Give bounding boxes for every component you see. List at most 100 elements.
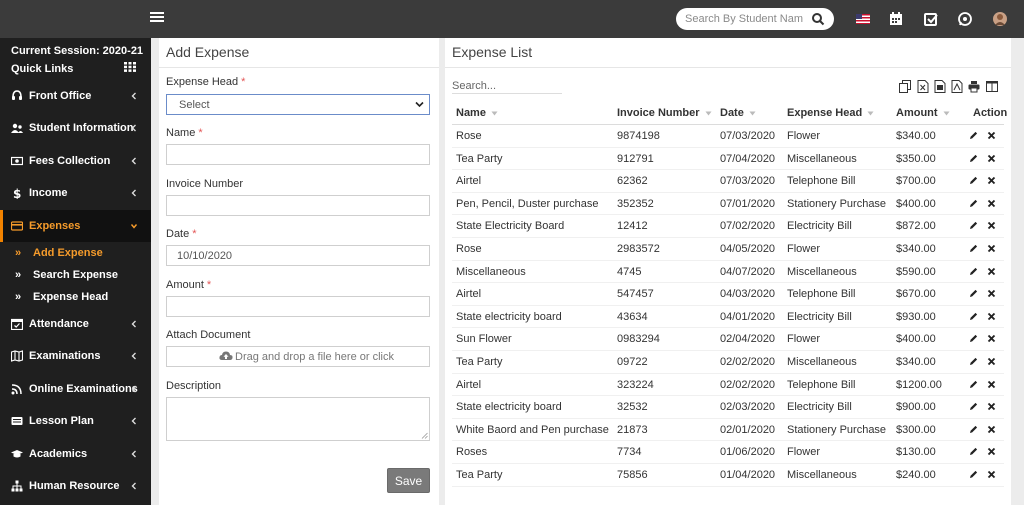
calendar-icon[interactable] <box>888 11 904 27</box>
column-header-invoice-number[interactable]: Invoice Number <box>617 107 712 119</box>
table-search-input[interactable] <box>452 78 562 94</box>
cell-amount: $700.00 <box>896 175 936 188</box>
grid-icon[interactable] <box>124 62 136 72</box>
csv-icon[interactable] <box>934 80 946 93</box>
menu-icon[interactable] <box>150 12 164 24</box>
cell-amount: $340.00 <box>896 130 936 142</box>
chevron-left-icon <box>131 385 136 393</box>
save-button[interactable]: Save <box>387 468 430 493</box>
delete-icon[interactable] <box>987 221 996 230</box>
edit-icon[interactable] <box>969 425 978 434</box>
delete-icon[interactable] <box>987 380 996 389</box>
sidebar-item-student-information[interactable]: Student Information <box>0 112 151 144</box>
edit-icon[interactable] <box>969 199 978 208</box>
cell-amount: $590.00 <box>896 265 936 278</box>
table-row: Rose 2983572 04/05/2020 Flower $340.00 <box>452 238 1004 261</box>
cell-expense-head: Flower <box>787 446 821 459</box>
column-header-name[interactable]: Name <box>456 107 498 119</box>
chevron-down-icon <box>415 101 424 108</box>
delete-icon[interactable] <box>987 244 996 253</box>
name-label: Name * <box>166 127 203 139</box>
sidebar-item-income[interactable]: $ Income <box>0 177 151 209</box>
edit-icon[interactable] <box>969 447 978 456</box>
resize-grip-icon[interactable] <box>421 432 428 439</box>
edit-icon[interactable] <box>969 267 978 276</box>
delete-icon[interactable] <box>987 447 996 456</box>
delete-icon[interactable] <box>987 334 996 343</box>
column-header-amount[interactable]: Amount <box>896 107 950 119</box>
print-icon[interactable] <box>968 80 980 93</box>
chevron-down-icon <box>130 224 138 229</box>
sidebar-item-label: Human Resource <box>29 480 120 492</box>
edit-icon[interactable] <box>969 470 978 479</box>
edit-icon[interactable] <box>969 154 978 163</box>
columns-icon[interactable] <box>986 80 998 93</box>
sidebar-item-human-resource[interactable]: Human Resource <box>0 470 151 502</box>
edit-icon[interactable] <box>969 176 978 185</box>
date-value: 10/10/2020 <box>177 250 233 262</box>
edit-icon[interactable] <box>969 131 978 140</box>
pdf-icon[interactable] <box>951 80 963 93</box>
graduation-cap-icon <box>11 450 23 458</box>
invoice-number-field[interactable] <box>166 195 430 216</box>
sidebar-subitem-expense-head[interactable]: » Expense Head <box>15 291 108 303</box>
date-label-text: Date <box>166 228 190 240</box>
cell-name: State electricity board <box>456 401 562 414</box>
sidebar-item-front-office[interactable]: Front Office <box>0 80 151 112</box>
sidebar-item-expenses[interactable]: Expenses <box>0 210 151 242</box>
user-avatar[interactable] <box>992 11 1008 27</box>
copy-icon[interactable] <box>899 80 911 93</box>
sidebar-item-examinations[interactable]: Examinations <box>0 340 151 372</box>
cell-date: 01/06/2020 <box>720 446 776 459</box>
sidebar-item-label: Attendance <box>29 318 89 330</box>
quick-links-label[interactable]: Quick Links <box>11 63 73 75</box>
edit-icon[interactable] <box>969 380 978 389</box>
edit-icon[interactable] <box>969 221 978 230</box>
delete-icon[interactable] <box>987 312 996 321</box>
delete-icon[interactable] <box>987 267 996 276</box>
column-header-expense-head[interactable]: Expense Head <box>787 107 874 119</box>
delete-icon[interactable] <box>987 357 996 366</box>
date-label: Date * <box>166 228 197 240</box>
cell-invoice-number: 547457 <box>617 288 654 301</box>
column-header-label: Name <box>456 107 486 119</box>
name-field[interactable] <box>166 144 430 165</box>
checkbox-icon[interactable] <box>923 11 939 27</box>
delete-icon[interactable] <box>987 199 996 208</box>
file-dropzone[interactable]: Drag and drop a file here or click <box>166 346 430 367</box>
description-textarea[interactable] <box>166 397 430 441</box>
sidebar-item-attendance[interactable]: Attendance <box>0 308 151 340</box>
amount-field[interactable] <box>166 296 430 317</box>
delete-icon[interactable] <box>987 470 996 479</box>
whatsapp-icon[interactable] <box>957 11 973 27</box>
delete-icon[interactable] <box>987 176 996 185</box>
expense-head-select[interactable]: Select <box>166 94 430 115</box>
delete-icon[interactable] <box>987 425 996 434</box>
cell-amount: $872.00 <box>896 220 936 233</box>
delete-icon[interactable] <box>987 402 996 411</box>
delete-icon[interactable] <box>987 289 996 298</box>
sidebar-subitem-search-expense[interactable]: » Search Expense <box>15 269 118 281</box>
edit-icon[interactable] <box>969 402 978 411</box>
edit-icon[interactable] <box>969 357 978 366</box>
sidebar-item-online-examinations[interactable]: Online Examinations <box>0 373 151 405</box>
date-field[interactable]: 10/10/2020 <box>166 245 430 266</box>
cell-amount: $340.00 <box>896 356 936 368</box>
cell-invoice-number: 09722 <box>617 356 648 368</box>
sidebar-item-academics[interactable]: Academics <box>0 438 151 470</box>
edit-icon[interactable] <box>969 244 978 253</box>
us-flag-icon[interactable] <box>855 11 871 27</box>
edit-icon[interactable] <box>969 312 978 321</box>
student-search-input[interactable] <box>685 11 803 27</box>
search-icon[interactable] <box>811 12 825 26</box>
edit-icon[interactable] <box>969 334 978 343</box>
excel-icon[interactable] <box>917 80 929 93</box>
edit-icon[interactable] <box>969 289 978 298</box>
sort-icon <box>491 111 498 116</box>
delete-icon[interactable] <box>987 154 996 163</box>
sidebar-subitem-add-expense[interactable]: » Add Expense <box>15 247 103 259</box>
delete-icon[interactable] <box>987 131 996 140</box>
column-header-date[interactable]: Date <box>720 107 756 119</box>
sidebar-item-lesson-plan[interactable]: Lesson Plan <box>0 405 151 437</box>
sidebar-item-fees-collection[interactable]: Fees Collection <box>0 145 151 177</box>
